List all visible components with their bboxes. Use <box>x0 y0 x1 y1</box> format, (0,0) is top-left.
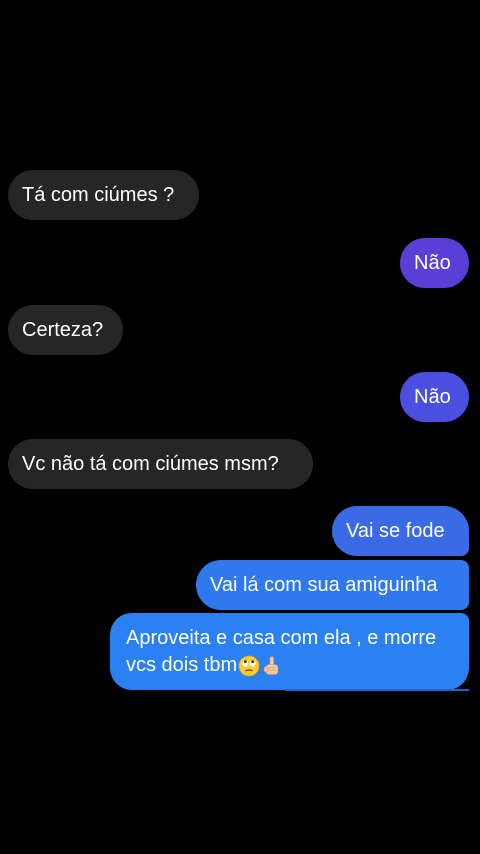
message-text: Vai lá com sua amiguinha <box>210 574 438 596</box>
received-message-bubble[interactable]: Vc não tá com ciúmes msm? <box>8 439 313 489</box>
received-message-bubble[interactable]: Certeza? <box>8 305 123 355</box>
message-text: Vc não tá com ciúmes msm? <box>22 453 279 475</box>
sent-message-bubble[interactable]: Não <box>400 372 469 422</box>
pointing-up-hand-icon <box>264 655 279 675</box>
received-message-bubble[interactable]: Tá com ciúmes ? <box>8 170 199 220</box>
message-text: Certeza? <box>22 319 104 341</box>
message-text-line: vcs dois tbm <box>126 652 455 679</box>
message-text-line: Aproveita e casa com ela , e morre <box>126 627 437 649</box>
message-text: Tá com ciúmes ? <box>22 184 175 206</box>
sent-message-bubble[interactable]: Vai lá com sua amiguinha <box>196 560 469 610</box>
sent-message-bubble[interactable]: Vai se fode <box>332 506 469 556</box>
message-text: Não <box>414 386 451 408</box>
message-text: Não <box>414 252 451 274</box>
message-text: Vai se fode <box>346 520 445 542</box>
message-text: vcs dois tbm <box>126 654 238 676</box>
sent-message-bubble[interactable]: Aproveita e casa com ela , e morre vcs d… <box>110 613 469 690</box>
sent-message-bubble[interactable]: Não <box>400 238 469 288</box>
face-with-rolling-eyes-icon <box>238 655 260 677</box>
message-thread: Tá com ciúmes ? Não Certeza? Não Vc não … <box>0 0 480 854</box>
divider <box>285 689 469 691</box>
